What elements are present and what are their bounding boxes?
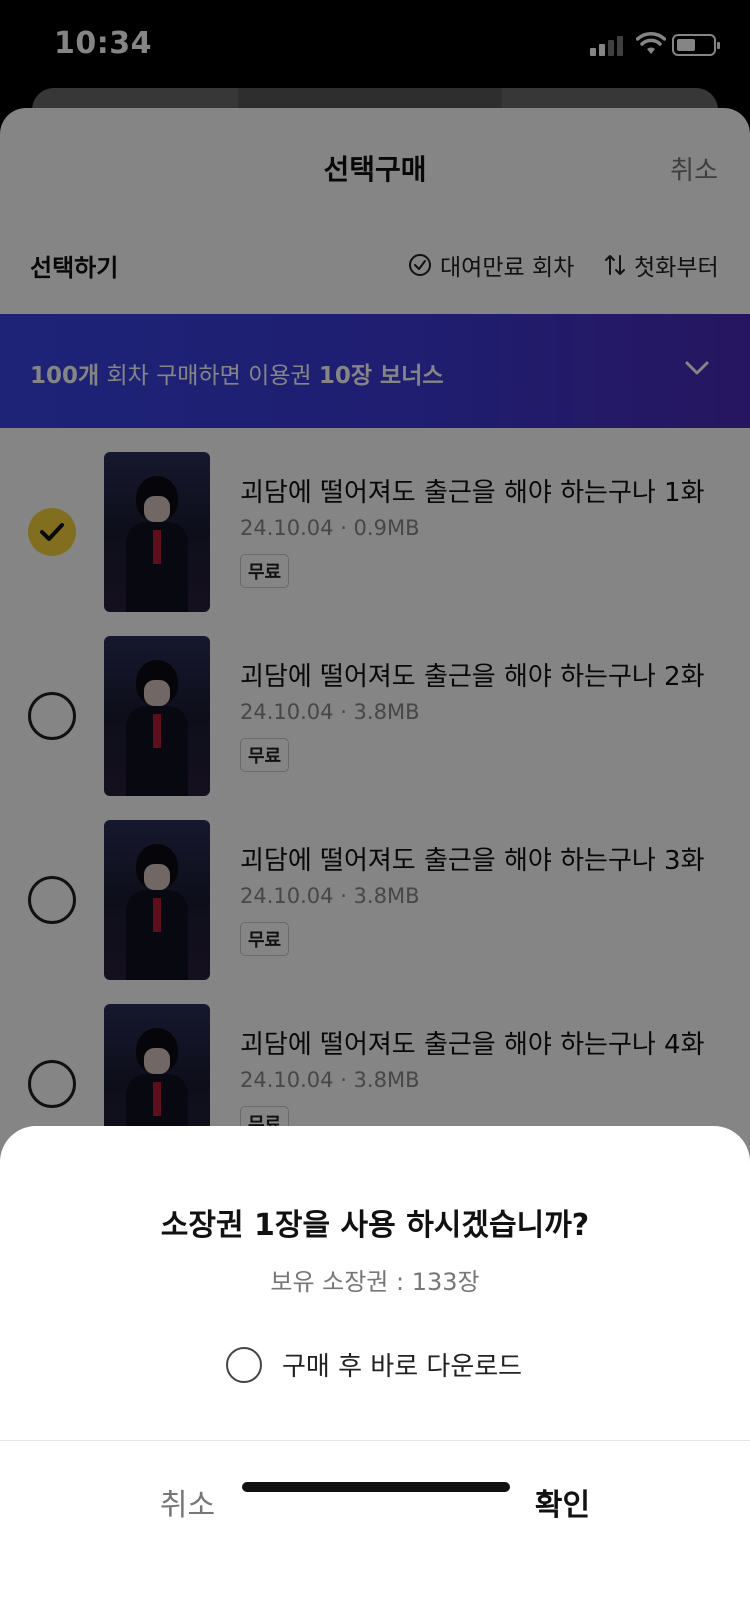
home-indicator [242, 1482, 510, 1492]
confirm-dialog: 소장권 1장을 사용 하시겠습니까? 보유 소장권 : 133장 구매 후 바로… [0, 1126, 750, 1624]
download-option-label: 구매 후 바로 다운로드 [282, 1352, 523, 1382]
download-after-purchase-option[interactable]: 구매 후 바로 다운로드 [226, 1346, 522, 1383]
owned-tickets-text: 보유 소장권 : 133장 [270, 1268, 480, 1296]
download-radio[interactable] [226, 1346, 262, 1383]
dialog-question: 소장권 1장을 사용 하시겠습니까? [160, 1208, 590, 1243]
dialog-divider [0, 1440, 750, 1441]
